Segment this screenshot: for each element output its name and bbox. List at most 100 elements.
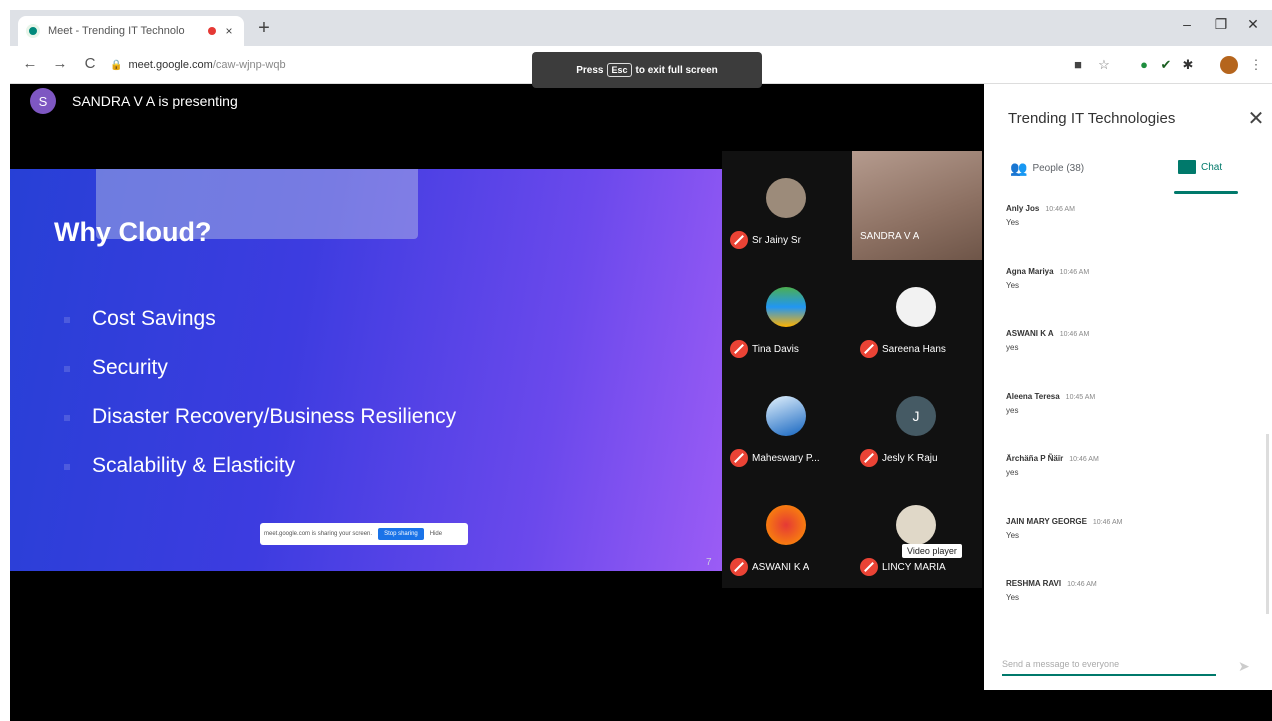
tab-people[interactable]: 👥 People (38) bbox=[1010, 160, 1084, 177]
hide-share-bar-button[interactable]: Hide bbox=[430, 531, 442, 537]
participant-avatar bbox=[766, 287, 806, 327]
forward-button[interactable]: → bbox=[50, 55, 70, 72]
message-sender: ASWANI K A bbox=[1006, 329, 1054, 338]
message-text: yes bbox=[1006, 468, 1019, 477]
message-sender-row: ASWANI K A 10:46 AM bbox=[1006, 329, 1246, 338]
side-panel: Trending IT Technologies ✕ 👥 People (38)… bbox=[984, 84, 1272, 690]
chat-message-input[interactable] bbox=[1002, 659, 1216, 669]
tab-chat[interactable]: Chat bbox=[1178, 160, 1222, 174]
profile-avatar[interactable] bbox=[1220, 56, 1238, 74]
mic-muted-icon bbox=[730, 449, 748, 467]
browser-tab[interactable]: Meet - Trending IT Technolo × bbox=[18, 16, 244, 46]
message-text: Yes bbox=[1006, 218, 1020, 227]
participant-tile[interactable]: Tina Davis bbox=[722, 260, 852, 369]
participant-tile[interactable]: Sareena Hans bbox=[852, 260, 982, 369]
mic-muted-icon bbox=[860, 449, 878, 467]
chat-scrollbar[interactable] bbox=[1266, 434, 1269, 614]
chat-message: RESHMA RAVI 10:46 AM Yes bbox=[1006, 579, 1246, 642]
extensions-puzzle-icon[interactable]: ✱ bbox=[1180, 57, 1196, 73]
participant-name-row: Sr Jainy Sr bbox=[730, 231, 854, 249]
participant-avatar bbox=[766, 178, 806, 218]
toast-key: Esc bbox=[607, 63, 632, 77]
tab-close-icon[interactable]: × bbox=[222, 24, 236, 38]
extension-meet-icon[interactable]: ● bbox=[1136, 57, 1152, 73]
mic-muted-icon bbox=[730, 558, 748, 576]
browser-tab-strip: Meet - Trending IT Technolo × + – ❐ ✕ bbox=[10, 10, 1272, 46]
address-bar[interactable]: 🔒 meet.google.com /caw-wjnp-wqb bbox=[110, 51, 540, 79]
browser-menu-icon[interactable]: ⋮ bbox=[1248, 57, 1264, 73]
extension-check-icon[interactable]: ✔ bbox=[1158, 57, 1174, 73]
participant-tile[interactable]: Maheswary P... bbox=[722, 369, 852, 478]
message-sender: JAIN MARY GEORGE bbox=[1006, 516, 1087, 526]
participant-grid: Sr Jainy Sr SANDRA V A Tina Davis Sareen… bbox=[722, 151, 982, 588]
message-time: 10:46 AM bbox=[1059, 331, 1090, 338]
mic-muted-icon bbox=[730, 340, 748, 358]
presenter-text: SANDRA V A is presenting bbox=[72, 93, 238, 109]
toast-text-post: to exit full screen bbox=[635, 64, 718, 76]
message-text: Yes bbox=[1006, 530, 1020, 540]
participant-avatar: J bbox=[896, 396, 936, 436]
message-sender-row: Ärchäña P Ñäïr 10:46 AM bbox=[1006, 454, 1246, 463]
participant-video-tile[interactable]: SANDRA V A bbox=[852, 151, 982, 260]
reload-button[interactable]: C bbox=[80, 55, 100, 72]
bullet-icon bbox=[64, 464, 70, 470]
participant-name: Tina Davis bbox=[752, 343, 799, 355]
bullet-text: Security bbox=[92, 356, 168, 379]
participant-name: Sareena Hans bbox=[882, 343, 946, 355]
chat-icon bbox=[1178, 160, 1196, 174]
tab-title: Meet - Trending IT Technolo bbox=[48, 25, 185, 37]
video-player-tooltip: Video player bbox=[902, 544, 962, 558]
message-text: Yes bbox=[1006, 593, 1020, 602]
chat-message: Aleena Teresa 10:45 AM yes bbox=[1006, 392, 1246, 455]
presentation-slide: Why Cloud? Cost Savings Security Disaste… bbox=[10, 169, 722, 571]
close-panel-button[interactable]: ✕ bbox=[1246, 106, 1266, 131]
message-time: 10:46 AM bbox=[1059, 268, 1090, 276]
toast-text-pre: Press bbox=[576, 64, 604, 76]
url-host: meet.google.com bbox=[128, 59, 213, 71]
participant-avatar bbox=[896, 287, 936, 327]
participant-avatar bbox=[766, 505, 806, 545]
presenter-avatar: S bbox=[30, 88, 56, 114]
active-tab-indicator bbox=[1174, 191, 1238, 194]
close-window-button[interactable]: ✕ bbox=[1238, 16, 1268, 33]
send-icon[interactable]: ➤ bbox=[1238, 658, 1250, 675]
new-tab-button[interactable]: + bbox=[254, 18, 274, 38]
participant-name-row: Sareena Hans bbox=[860, 340, 984, 358]
stop-sharing-button[interactable]: Stop sharing bbox=[378, 528, 424, 540]
bullet-icon bbox=[64, 366, 70, 372]
maximize-button[interactable]: ❐ bbox=[1206, 16, 1236, 33]
minimize-button[interactable]: – bbox=[1172, 16, 1202, 32]
participant-tile[interactable]: LINCY MARIA bbox=[852, 478, 982, 587]
participant-tile[interactable]: Sr Jainy Sr bbox=[722, 151, 852, 260]
message-text: yes bbox=[1006, 343, 1019, 352]
slide-bullet: Scalability & Elasticity bbox=[64, 454, 456, 503]
message-sender-row: JAIN MARY GEORGE 10:46 AM bbox=[1006, 517, 1246, 526]
participant-tile[interactable]: J Jesly K Raju bbox=[852, 369, 982, 478]
participant-name-row: Tina Davis bbox=[730, 340, 854, 358]
slide-bullet: Disaster Recovery/Business Resiliency bbox=[64, 405, 456, 454]
people-icon: 👥 bbox=[1010, 160, 1028, 176]
bullet-text: Scalability & Elasticity bbox=[92, 454, 296, 477]
participant-name: ASWANI K A bbox=[752, 561, 810, 573]
participant-tile[interactable]: ASWANI K A bbox=[722, 478, 852, 587]
message-time: 10:46 AM bbox=[1067, 581, 1097, 588]
slide-page-number: 7 bbox=[706, 557, 712, 568]
message-sender-row: Aleena Teresa 10:45 AM bbox=[1006, 392, 1246, 401]
message-sender-row: Anly Jos 10:46 AM bbox=[1006, 204, 1246, 213]
participant-name: Maheswary P... bbox=[752, 452, 820, 464]
share-bar-text: meet.google.com is sharing your screen. bbox=[264, 531, 373, 537]
bullet-icon bbox=[64, 317, 70, 323]
mic-muted-icon bbox=[730, 231, 748, 249]
camera-icon[interactable]: ■ bbox=[1070, 57, 1086, 73]
people-tab-label: People (38) bbox=[1032, 163, 1085, 174]
meet-favicon-icon bbox=[26, 24, 40, 38]
url-path: /caw-wjnp-wqb bbox=[212, 59, 286, 71]
participant-name-row: LINCY MARIA bbox=[860, 558, 984, 576]
bookmark-star-icon[interactable]: ☆ bbox=[1096, 57, 1112, 73]
message-text: Yes bbox=[1006, 280, 1020, 290]
message-time: 10:46 AM bbox=[1045, 206, 1075, 213]
back-button[interactable]: ← bbox=[20, 55, 40, 72]
chat-messages: Anly Jos 10:46 AM Yes Agna Mariya 10:46 AM… bbox=[1006, 204, 1246, 642]
message-time: 10:46 AM bbox=[1092, 518, 1123, 526]
chat-input-wrapper bbox=[1002, 654, 1216, 676]
